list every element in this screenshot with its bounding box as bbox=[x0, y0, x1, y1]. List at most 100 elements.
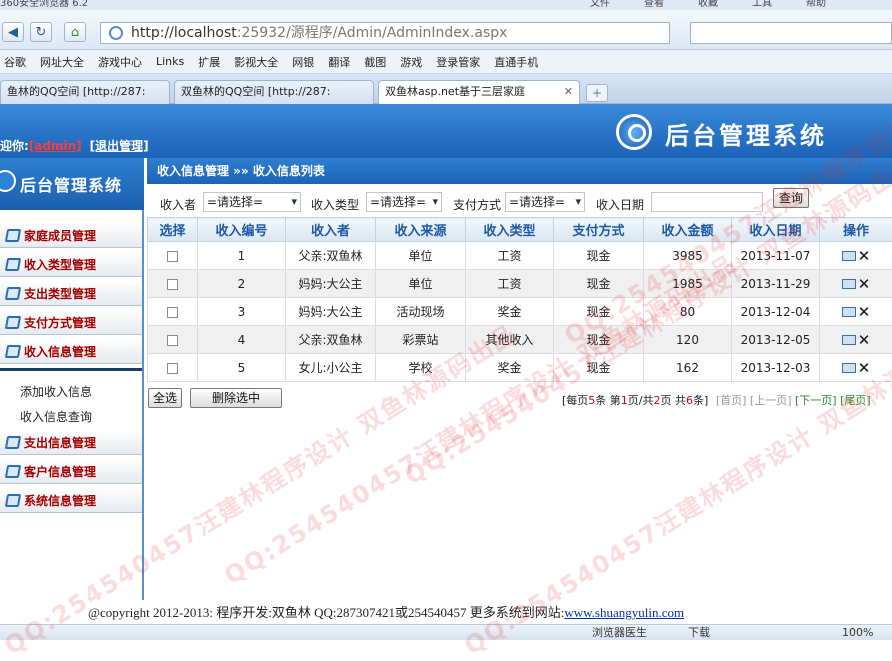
delete-selected-button[interactable]: 删除选中 bbox=[190, 388, 282, 408]
sidebar-item-label: 收入类型管理 bbox=[24, 258, 96, 272]
browser-doctor[interactable]: 浏览器医生 bbox=[592, 625, 647, 640]
cell-source: 单位 bbox=[376, 270, 466, 298]
pager-next[interactable]: [下一页] bbox=[795, 394, 837, 407]
tab-label: 鱼林的QQ空间 [http://287: bbox=[7, 85, 146, 98]
fav-phone[interactable]: 直通手机 bbox=[494, 54, 538, 70]
cell-method: 现金 bbox=[554, 354, 644, 382]
cell-method: 现金 bbox=[554, 242, 644, 270]
sidebar-item-income-types[interactable]: 收入类型管理 bbox=[0, 253, 142, 277]
sidebar-subitem-add-income[interactable]: 添加收入信息 bbox=[20, 383, 92, 400]
cell-source: 活动现场 bbox=[376, 298, 466, 326]
query-button[interactable]: 查询 bbox=[773, 188, 809, 208]
fav-google[interactable]: 谷歌 bbox=[4, 54, 26, 70]
sidebar-divider bbox=[0, 368, 142, 371]
row-checkbox[interactable] bbox=[167, 279, 178, 290]
cell-source: 彩票站 bbox=[376, 326, 466, 354]
fav-extensions[interactable]: 扩展 bbox=[198, 54, 220, 70]
row-checkbox[interactable] bbox=[167, 307, 178, 318]
sidebar-item-income-info[interactable]: 收入信息管理 bbox=[0, 340, 142, 364]
income-type-select[interactable]: =请选择= bbox=[366, 192, 442, 212]
fav-login[interactable]: 登录管家 bbox=[436, 54, 480, 70]
cell-source: 单位 bbox=[376, 242, 466, 270]
tab-label: 双鱼林asp.net基于三层家庭 bbox=[385, 85, 525, 98]
select-all-button[interactable]: 全选 bbox=[148, 388, 182, 408]
new-tab-icon[interactable]: + bbox=[586, 84, 608, 102]
tab-label: 双鱼林的QQ空间 [http://287: bbox=[181, 85, 331, 98]
search-input[interactable] bbox=[690, 22, 892, 44]
edit-icon[interactable] bbox=[842, 279, 856, 289]
col-amount: 收入金额 bbox=[644, 218, 732, 242]
edit-icon[interactable] bbox=[842, 307, 856, 317]
fav-hao[interactable]: 网址大全 bbox=[40, 54, 84, 70]
menu-favorites[interactable]: 收藏 bbox=[698, 0, 718, 8]
fav-video[interactable]: 影视大全 bbox=[234, 54, 278, 70]
refresh-icon[interactable]: ↻ bbox=[30, 22, 52, 42]
delete-icon[interactable]: ✕ bbox=[858, 247, 871, 265]
filter-bar: 收入者 =请选择= 收入类型 =请选择= 支付方式 =请选择= 收入日期 查询 bbox=[147, 186, 892, 214]
menu-tools[interactable]: 工具 bbox=[752, 0, 772, 8]
menu-help[interactable]: 帮助 bbox=[806, 0, 826, 8]
sidebar-header: 后台管理系统 bbox=[0, 158, 144, 210]
welcome-bar: 迎你:[admin][退出管理] bbox=[0, 137, 149, 154]
delete-icon[interactable]: ✕ bbox=[858, 275, 871, 293]
payment-method-select[interactable]: =请选择= bbox=[505, 192, 585, 212]
sidebar-item-expense-types[interactable]: 支出类型管理 bbox=[0, 282, 142, 306]
cell-source: 学校 bbox=[376, 354, 466, 382]
fav-bank[interactable]: 网银 bbox=[292, 54, 314, 70]
back-arrow-icon[interactable]: ◀ bbox=[2, 22, 24, 42]
cell-type: 工资 bbox=[466, 242, 554, 270]
edit-icon[interactable] bbox=[842, 251, 856, 261]
logout-link[interactable]: [退出管理] bbox=[90, 139, 149, 153]
sidebar: 后台管理系统 家庭成员管理 收入类型管理 支出类型管理 支付方式管理 收入信息管… bbox=[0, 158, 144, 600]
sidebar-item-system[interactable]: 系统信息管理 bbox=[0, 489, 142, 513]
cell-method: 现金 bbox=[554, 270, 644, 298]
cell-amount: 120 bbox=[644, 326, 732, 354]
zoom-level[interactable]: 100% bbox=[842, 625, 873, 640]
url-field[interactable]: http://localhost:25932/源程序/Admin/AdminIn… bbox=[100, 22, 670, 44]
sidebar-item-expense-info[interactable]: 支出信息管理 bbox=[0, 431, 142, 455]
tab-qq-space-2[interactable]: 双鱼林的QQ空间 [http://287: bbox=[174, 80, 374, 104]
pager-first[interactable]: [首页] bbox=[716, 394, 747, 407]
pager-prev[interactable]: [上一页] bbox=[750, 394, 792, 407]
sidebar-item-family-members[interactable]: 家庭成员管理 bbox=[0, 224, 142, 248]
col-actions: 操作 bbox=[820, 218, 892, 242]
cell-date: 2013-11-07 bbox=[732, 242, 820, 270]
sidebar-subitem-query-income[interactable]: 收入信息查询 bbox=[20, 408, 92, 425]
payer-select[interactable]: =请选择= bbox=[203, 192, 301, 212]
pager-last[interactable]: [尾页] bbox=[840, 394, 871, 407]
home-icon[interactable]: ⌂ bbox=[64, 22, 86, 42]
row-checkbox[interactable] bbox=[167, 251, 178, 262]
sidebar-item-payment-methods[interactable]: 支付方式管理 bbox=[0, 311, 142, 335]
tab-close-icon[interactable]: ✕ bbox=[564, 81, 573, 103]
edit-icon[interactable] bbox=[842, 363, 856, 373]
tab-current[interactable]: 双鱼林asp.net基于三层家庭 ✕ bbox=[378, 80, 580, 105]
cell-type: 奖金 bbox=[466, 298, 554, 326]
download-button[interactable]: 下载 bbox=[688, 625, 710, 640]
user-link[interactable]: [admin] bbox=[29, 139, 82, 153]
table-row: 4 父亲:双鱼林 彩票站 其他收入 现金 120 2013-12-05 ✕ bbox=[148, 326, 892, 354]
tab-qq-space-1[interactable]: 鱼林的QQ空间 [http://287: bbox=[0, 80, 170, 104]
cell-payer: 父亲:双鱼林 bbox=[286, 242, 376, 270]
delete-icon[interactable]: ✕ bbox=[858, 359, 871, 377]
delete-icon[interactable]: ✕ bbox=[858, 303, 871, 321]
pager-total-pages: 2 bbox=[654, 394, 661, 407]
row-checkbox[interactable] bbox=[167, 363, 178, 374]
edit-icon[interactable] bbox=[842, 335, 856, 345]
sidebar-item-customers[interactable]: 客户信息管理 bbox=[0, 460, 142, 484]
website-link[interactable]: www.shuangyulin.com bbox=[564, 605, 684, 620]
fav-translate[interactable]: 翻译 bbox=[328, 54, 350, 70]
row-checkbox[interactable] bbox=[167, 335, 178, 346]
menu-file[interactable]: 文件 bbox=[590, 0, 610, 8]
menu-view[interactable]: 查看 bbox=[644, 0, 664, 8]
fav-game[interactable]: 游戏 bbox=[400, 54, 422, 70]
fav-links[interactable]: Links bbox=[156, 55, 184, 68]
fav-screenshot[interactable]: 截图 bbox=[364, 54, 386, 70]
folder-icon bbox=[5, 316, 21, 329]
income-date-input[interactable] bbox=[651, 192, 763, 212]
breadcrumb: 收入信息管理 »» 收入信息列表 bbox=[147, 158, 892, 184]
fav-games[interactable]: 游戏中心 bbox=[98, 54, 142, 70]
delete-icon[interactable]: ✕ bbox=[858, 331, 871, 349]
url-host: http://localhost bbox=[131, 25, 237, 41]
cell-type: 其他收入 bbox=[466, 326, 554, 354]
sidebar-item-label: 客户信息管理 bbox=[24, 465, 96, 479]
